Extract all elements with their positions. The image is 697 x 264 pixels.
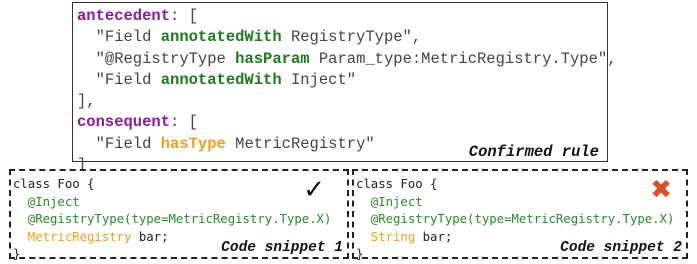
snippet2-line3-a: @RegistryType( <box>356 212 475 227</box>
snippet2-line4-type: String <box>356 229 416 244</box>
snippet2-line4-rest: bar; <box>415 229 453 244</box>
rule-line6-rest: : [ <box>170 113 198 132</box>
rule-line7-b: MetricRegistry" <box>225 134 375 153</box>
snippet2-line3-b: type=MetricRegistry.Type.X) <box>474 212 675 227</box>
rule-line5: ], <box>77 92 96 111</box>
rule-line1-rest: : [ <box>170 7 198 25</box>
code-snippet-1: class Foo { @Inject @RegistryType(type=M… <box>9 169 349 262</box>
snippet1-line4-type: MetricRegistry <box>13 229 132 244</box>
rule-line4-a: "Field <box>77 70 161 89</box>
rule-caption: Confirmed rule <box>468 143 599 161</box>
consequent-key: consequent <box>77 113 171 132</box>
antecedent-key: antecedent <box>77 7 171 25</box>
rule-line7-keyword: hasType <box>160 134 226 153</box>
snippet2-line1: class Foo { <box>356 177 438 191</box>
snippet1-line3-a: @RegistryType( <box>13 212 132 227</box>
rule-line2-keyword: annotatedWith <box>160 28 282 47</box>
snippet1-line3-b: type=MetricRegistry.Type.X) <box>131 212 332 227</box>
code-snippet-2: class Foo { @Inject @RegistryType(type=M… <box>352 169 688 262</box>
snippet1-line1: class Foo { <box>13 177 95 191</box>
snippet2-caption: Code snippet 2 <box>560 240 682 256</box>
rule-line2-b: RegistryType", <box>281 28 422 47</box>
rule-line4-keyword: annotatedWith <box>160 70 282 89</box>
rule-line3-keyword: hasParam <box>235 49 310 68</box>
confirmed-rule-box: antecedent: [ "Field annotatedWith Regis… <box>72 2 617 174</box>
rule-line2-a: "Field <box>77 28 161 47</box>
checkmark-icon: ✓ <box>303 175 325 205</box>
snippet1-line5: } <box>13 247 21 262</box>
rule-line3-b: Param_type:MetricRegistry.Type", <box>309 49 617 68</box>
snippet1-line4-rest: bar; <box>131 229 169 244</box>
rule-line7-a: "Field <box>77 134 161 153</box>
snippet2-line2: @Inject <box>356 194 423 209</box>
snippet1-caption: Code snippet 1 <box>221 240 343 256</box>
cross-icon: ✖ <box>650 175 672 205</box>
snippet2-line5: } <box>356 247 364 262</box>
rule-line4-b: Inject" <box>281 70 357 89</box>
rule-line3-a: "@RegistryType <box>77 49 236 68</box>
snippet1-line2: @Inject <box>13 194 80 209</box>
